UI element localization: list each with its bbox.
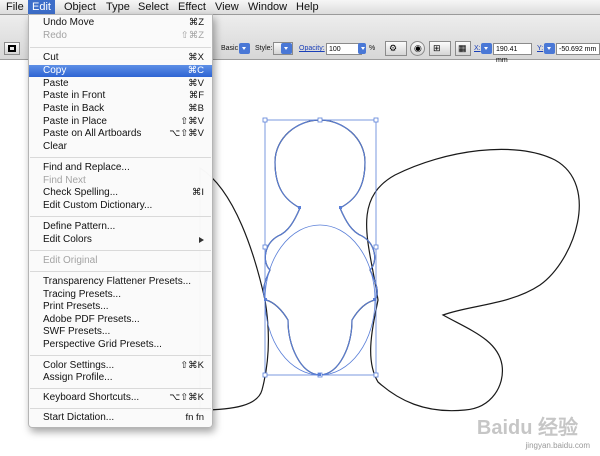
x-stepper-icon[interactable] bbox=[481, 43, 492, 54]
submenu-arrow-icon bbox=[199, 237, 204, 243]
menu-effect[interactable]: Effect bbox=[174, 0, 210, 14]
menu-help[interactable]: Help bbox=[292, 0, 323, 14]
menu-item-print-presets[interactable]: Print Presets... bbox=[29, 301, 212, 313]
menu-separator bbox=[30, 388, 211, 389]
opacity-input[interactable]: 100 bbox=[326, 43, 362, 55]
handle-mid-right bbox=[373, 244, 379, 250]
menu-item-perspective-grid-presets[interactable]: Perspective Grid Presets... bbox=[29, 339, 212, 351]
y-label[interactable]: Y: bbox=[537, 45, 543, 52]
menubar: File Edit Object Type Select Effect View… bbox=[0, 0, 600, 15]
menu-item-edit-original: Edit Original bbox=[43, 255, 98, 266]
recolor-artwork-button[interactable]: ⚙ bbox=[385, 41, 407, 56]
isolate-button[interactable]: ◉ bbox=[410, 41, 425, 56]
menu-separator bbox=[30, 408, 211, 409]
menu-item-edit-colors[interactable]: Edit Colors bbox=[29, 234, 212, 246]
handle-top-mid bbox=[317, 117, 323, 123]
menu-item-redo: Redo ⇧⌘Z bbox=[43, 30, 204, 41]
style-dropdown-icon bbox=[281, 43, 292, 54]
menu-select[interactable]: Select bbox=[134, 0, 173, 14]
handle-bottom-left bbox=[262, 372, 268, 378]
menu-separator bbox=[30, 271, 211, 272]
watermark-logo: Baidu 经验 bbox=[476, 417, 578, 439]
menu-item-adobe-pdf-presets[interactable]: Adobe PDF Presets... bbox=[29, 314, 212, 326]
anchor-point bbox=[264, 298, 267, 301]
isolate-icon: ◉ bbox=[414, 43, 422, 53]
stroke-swatch[interactable] bbox=[4, 42, 20, 55]
opacity-dropdown-icon[interactable] bbox=[358, 43, 366, 54]
menu-item-find-next: Find Next bbox=[43, 175, 86, 186]
anchor-point bbox=[298, 206, 301, 209]
style-label: Style: bbox=[255, 45, 273, 52]
watermark-url: jingyan.baidu.com bbox=[525, 441, 590, 450]
style-picker[interactable] bbox=[273, 42, 293, 55]
menu-item-paste-in-place[interactable]: Paste in Place ⇧⌘V bbox=[29, 116, 212, 128]
menu-edit[interactable]: Edit bbox=[28, 0, 55, 14]
y-stepper-icon[interactable] bbox=[544, 43, 555, 54]
menu-item-undo-move[interactable]: Undo Move ⌘Z bbox=[29, 17, 212, 29]
handle-mid-left bbox=[262, 244, 268, 250]
menu-separator bbox=[30, 157, 211, 158]
guide-ellipse bbox=[264, 224, 376, 376]
opacity-label[interactable]: Opacity: bbox=[299, 45, 325, 52]
menu-item-paste-in-front[interactable]: Paste in Front ⌘F bbox=[29, 90, 212, 102]
brush-definition-label: Basic bbox=[221, 45, 239, 52]
menu-item-cut[interactable]: Cut ⌘X bbox=[29, 52, 212, 64]
handle-top-left bbox=[262, 117, 268, 123]
y-field[interactable]: -50.692 mm bbox=[556, 43, 600, 55]
align-icon: ⊞ bbox=[433, 43, 441, 53]
menu-separator bbox=[30, 250, 211, 251]
menu-item-copy[interactable]: Copy ⌘C bbox=[29, 65, 212, 77]
reference-point-icon: ▦ bbox=[458, 43, 467, 53]
menu-item-start-dictation[interactable]: Start Dictation... fn fn bbox=[29, 412, 212, 424]
menu-type[interactable]: Type bbox=[102, 0, 134, 14]
menu-object[interactable]: Object bbox=[60, 0, 100, 14]
x-field[interactable]: 190.41 mm bbox=[493, 43, 532, 64]
anchor-point bbox=[373, 298, 376, 301]
menu-view[interactable]: View bbox=[211, 0, 243, 14]
handle-bottom-right bbox=[373, 372, 379, 378]
menu-item-transparency-flattener-presets[interactable]: Transparency Flattener Presets... bbox=[29, 276, 212, 288]
menu-separator bbox=[30, 216, 211, 217]
handle-top-right bbox=[373, 117, 379, 123]
anchor-point bbox=[339, 206, 342, 209]
edit-menu-dropdown: Undo Move ⌘Z Redo ⇧⌘Z Cut ⌘X Copy ⌘C Paste ⌘V… bbox=[28, 14, 213, 428]
brush-dropdown-icon[interactable] bbox=[239, 43, 250, 54]
stroke-icon bbox=[8, 45, 16, 52]
menu-item-check-spelling[interactable]: Check Spelling... ⌘I bbox=[29, 187, 212, 199]
menu-item-tracing-presets[interactable]: Tracing Presets... bbox=[29, 289, 212, 301]
right-wing-path bbox=[366, 148, 580, 412]
menu-window[interactable]: Window bbox=[244, 0, 291, 14]
menu-item-clear[interactable]: Clear bbox=[29, 141, 212, 153]
menu-item-swf-presets[interactable]: SWF Presets... bbox=[29, 326, 212, 338]
menu-item-edit-custom-dictionary[interactable]: Edit Custom Dictionary... bbox=[29, 200, 212, 212]
menu-separator bbox=[30, 355, 211, 356]
recolor-icon: ⚙ bbox=[389, 43, 398, 53]
menu-item-color-settings[interactable]: Color Settings... ⇧⌘K bbox=[29, 360, 212, 372]
menu-item-paste[interactable]: Paste ⌘V bbox=[29, 78, 212, 90]
menu-item-paste-on-all-artboards[interactable]: Paste on All Artboards ⌥⇧⌘V bbox=[29, 128, 212, 140]
opacity-unit: % bbox=[369, 45, 376, 52]
menu-file[interactable]: File bbox=[2, 0, 28, 14]
menu-item-assign-profile[interactable]: Assign Profile... bbox=[29, 372, 212, 384]
x-label[interactable]: X: bbox=[474, 45, 481, 52]
align-options-button[interactable]: ⊞ bbox=[429, 41, 451, 56]
menu-item-find-and-replace[interactable]: Find and Replace... bbox=[29, 162, 212, 174]
anchor-point bbox=[318, 373, 321, 376]
menu-separator bbox=[30, 47, 211, 48]
menu-item-define-pattern[interactable]: Define Pattern... bbox=[29, 221, 212, 233]
menu-item-keyboard-shortcuts[interactable]: Keyboard Shortcuts... ⌥⇧⌘K bbox=[29, 392, 212, 404]
reference-point-button[interactable]: ▦ bbox=[455, 41, 471, 56]
menu-item-paste-in-back[interactable]: Paste in Back ⌘B bbox=[29, 103, 212, 115]
